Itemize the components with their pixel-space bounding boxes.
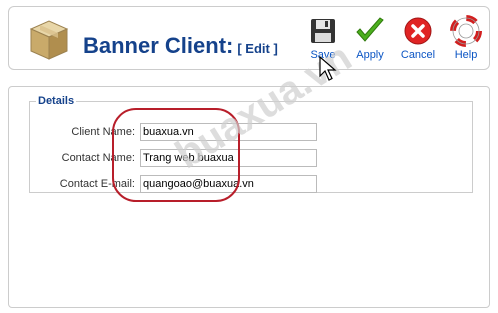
- client-name-row: Client Name:: [30, 123, 470, 143]
- contact-email-label: Contact E-mail:: [59, 178, 135, 190]
- form-panel: Details Client Name: Contact Name: Conta…: [8, 86, 490, 308]
- apply-button[interactable]: Apply: [348, 15, 392, 61]
- apply-button-label: Apply: [356, 49, 384, 61]
- help-button-label: Help: [454, 49, 478, 61]
- lifebuoy-icon: [450, 15, 482, 47]
- box-icon: [29, 20, 69, 60]
- floppy-disk-icon: [311, 19, 335, 43]
- page-subtitle: [ Edit ]: [237, 41, 278, 56]
- contact-name-label: Contact Name:: [61, 152, 135, 164]
- page-title: Banner Client:[ Edit ]: [83, 33, 278, 59]
- page-title-text: Banner Client:: [83, 33, 234, 58]
- contact-email-row: Contact E-mail:: [30, 175, 470, 195]
- save-button-label: Save: [310, 49, 336, 61]
- contact-email-input[interactable]: [140, 175, 317, 193]
- cancel-button-label: Cancel: [400, 49, 436, 61]
- contact-name-input[interactable]: [140, 149, 317, 167]
- help-button[interactable]: Help: [444, 15, 488, 61]
- contact-name-row: Contact Name:: [30, 149, 470, 169]
- details-fieldset: Details Client Name: Contact Name: Conta…: [29, 95, 473, 193]
- cancel-button[interactable]: Cancel: [396, 15, 440, 61]
- details-legend: Details: [38, 95, 75, 107]
- checkmark-icon: [356, 17, 384, 42]
- client-name-input[interactable]: [140, 123, 317, 141]
- toolbar: Banner Client:[ Edit ] Save Apply Cancel…: [8, 6, 490, 70]
- cancel-icon: [404, 17, 432, 45]
- client-name-label: Client Name:: [71, 126, 135, 138]
- save-button[interactable]: Save: [301, 15, 345, 61]
